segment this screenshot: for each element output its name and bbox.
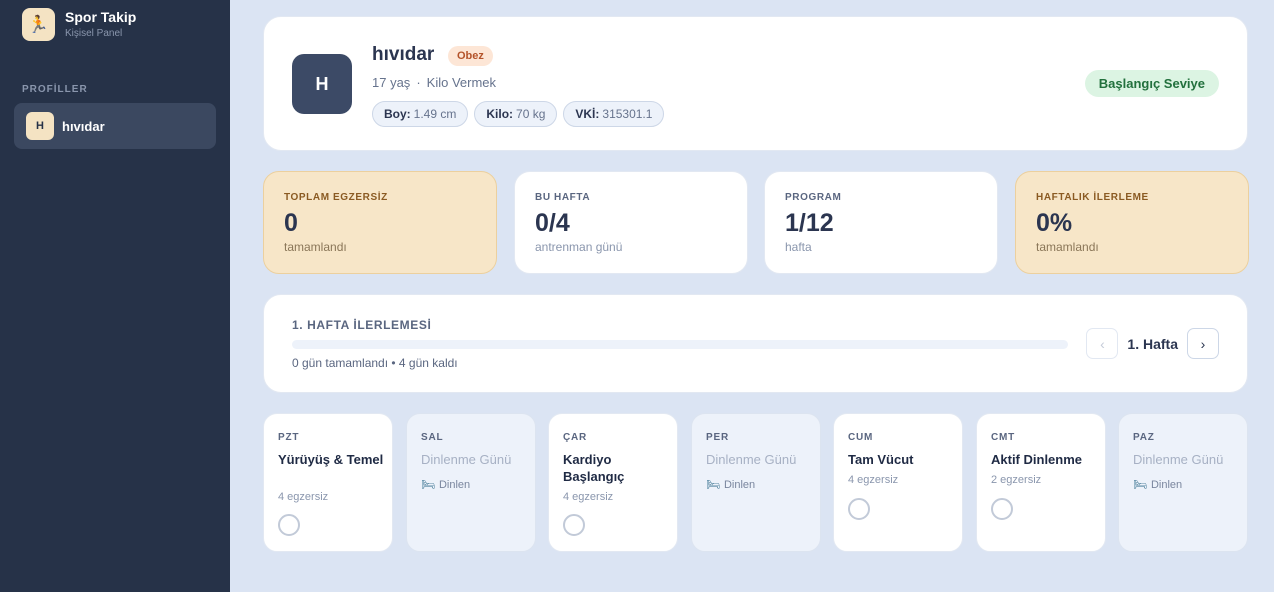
week-navigator: ‹ 1. Hafta ›	[1086, 328, 1219, 359]
meta-separator: ·	[416, 75, 421, 90]
day-card-tuesday: SAL Dinlenme Günü 🛏 Dinlen	[406, 413, 536, 552]
sidebar: 🏃 Spor Takip Kişisel Panel PROFİLLER H h…	[0, 0, 230, 592]
day-complete-checkbox[interactable]	[991, 498, 1013, 520]
week-progress-summary: 0 gün tamamlandı • 4 gün kaldı	[292, 356, 458, 370]
day-workout-name: Tam Vücut	[848, 452, 914, 467]
exercise-count: 4 egzersiz	[848, 474, 899, 486]
chip-value: 315301.1	[602, 107, 653, 121]
day-code: CUM	[848, 432, 874, 443]
profiles-section-label: PROFİLLER	[22, 84, 88, 95]
sidebar-item-label: hıvıdar	[62, 118, 105, 134]
runner-icon: 🏃	[22, 8, 55, 41]
weight-chip: Kilo: 70 kg	[474, 101, 558, 127]
day-workout-name: Aktif Dinlenme	[991, 452, 1083, 467]
brand-subtitle: Kişisel Panel	[65, 27, 123, 39]
day-complete-checkbox[interactable]	[848, 498, 870, 520]
week-progress-card: 1. HAFTA İLERLEMESİ 0 gün tamamlandı • 4…	[263, 294, 1248, 393]
sidebar-item-profile[interactable]: H hıvıdar	[14, 103, 216, 149]
prev-week-button[interactable]: ‹	[1086, 328, 1119, 359]
profile-name: hıvıdar	[372, 44, 435, 65]
stat-total-exercises: TOPLAM EGZERSİZ 0 tamamlandı	[263, 171, 497, 274]
profile-age: 17 yaş	[372, 75, 411, 90]
day-card-wednesday[interactable]: ÇAR Kardiyo Başlangıç 4 egzersiz	[548, 413, 678, 552]
exercise-count: 4 egzersiz	[563, 491, 614, 503]
day-workout-name: Kardiyo Başlangıç	[563, 452, 625, 484]
day-code: PAZ	[1133, 432, 1155, 443]
rest-label: Dinlen	[723, 478, 756, 491]
bmi-chip: VKİ: 315301.1	[563, 101, 665, 127]
week-progress-title: 1. HAFTA İLERLEMESİ	[292, 318, 432, 332]
day-workout-name: Dinlenme Günü	[1133, 452, 1224, 467]
rest-label: Dinlen	[438, 478, 471, 491]
day-card-monday[interactable]: PZT Yürüyüş & Temel 4 egzersiz	[263, 413, 393, 552]
day-complete-checkbox[interactable]	[278, 514, 300, 536]
current-week-label: 1. Hafta	[1127, 335, 1178, 352]
rest-tag: 🛏 Dinlen	[706, 478, 756, 492]
next-week-button[interactable]: ›	[1187, 328, 1219, 359]
metrics-chips: Boy: 1.49 cm Kilo: 70 kg VKİ: 315301.1	[372, 101, 670, 127]
day-card-friday[interactable]: CUM Tam Vücut 4 egzersiz	[833, 413, 963, 552]
stat-this-week: BU HAFTA 0/4 antrenman günü	[514, 171, 748, 274]
chip-key: Boy:	[384, 107, 411, 121]
stat-label: BU HAFTA	[535, 192, 591, 203]
day-workout-name: Dinlenme Günü	[706, 452, 797, 467]
day-card-thursday: PER Dinlenme Günü 🛏 Dinlen	[691, 413, 821, 552]
stat-value: 0%	[1036, 209, 1073, 237]
avatar: H	[292, 54, 352, 114]
stat-label: PROGRAM	[785, 192, 842, 203]
brand: 🏃 Spor Takip Kişisel Panel	[22, 8, 136, 41]
day-code: ÇAR	[563, 432, 588, 443]
day-code: PER	[706, 432, 729, 443]
stat-label: HAFTALIK İLERLEME	[1036, 192, 1149, 203]
bed-icon: 🛏	[421, 479, 435, 491]
rest-tag: 🛏 Dinlen	[421, 478, 471, 492]
chip-key: VKİ:	[575, 107, 600, 121]
stat-sub: hafta	[785, 240, 812, 254]
profile-goal: Kilo Vermek	[426, 75, 497, 90]
exercise-count: 2 egzersiz	[991, 474, 1042, 486]
chip-key: Kilo:	[486, 107, 514, 121]
day-card-sunday: PAZ Dinlenme Günü 🛏 Dinlen	[1118, 413, 1248, 552]
status-badge: Obez	[448, 46, 493, 66]
day-code: SAL	[421, 432, 444, 443]
day-code: CMT	[991, 432, 1016, 443]
stat-value: 1/12	[785, 209, 834, 237]
rest-label: Dinlen	[1150, 478, 1183, 491]
stat-sub: antrenman günü	[535, 240, 623, 254]
stat-value: 0/4	[535, 209, 570, 237]
stat-sub: tamamlandı	[1036, 240, 1099, 254]
bed-icon: 🛏	[1133, 479, 1147, 491]
level-badge: Başlangıç Seviye	[1084, 70, 1219, 97]
brand-title: Spor Takip	[65, 8, 137, 25]
stat-sub: tamamlandı	[284, 240, 347, 254]
day-workout-name: Dinlenme Günü	[421, 452, 512, 467]
day-code: PZT	[278, 432, 300, 443]
profile-avatar: H	[26, 112, 54, 140]
stat-label: TOPLAM EGZERSİZ	[284, 192, 388, 203]
stat-program: PROGRAM 1/12 hafta	[764, 171, 998, 274]
stat-value: 0	[284, 209, 298, 237]
chip-value: 1.49 cm	[413, 107, 457, 121]
week-progress-bar	[292, 340, 1068, 349]
day-workout-name: Yürüyüş & Temel	[278, 452, 384, 467]
bed-icon: 🛏	[706, 479, 720, 491]
stat-weekly-progress: HAFTALIK İLERLEME 0% tamamlandı	[1015, 171, 1249, 274]
exercise-count: 4 egzersiz	[278, 491, 329, 503]
rest-tag: 🛏 Dinlen	[1133, 478, 1183, 492]
profile-meta: 17 yaş · Kilo Vermek	[372, 75, 496, 90]
height-chip: Boy: 1.49 cm	[372, 101, 469, 127]
chip-value: 70 kg	[516, 107, 546, 121]
day-complete-checkbox[interactable]	[563, 514, 585, 536]
day-card-saturday[interactable]: CMT Aktif Dinlenme 2 egzersiz	[976, 413, 1106, 552]
profile-card: H hıvıdar Obez 17 yaş · Kilo Vermek Boy: 1.…	[263, 16, 1248, 151]
